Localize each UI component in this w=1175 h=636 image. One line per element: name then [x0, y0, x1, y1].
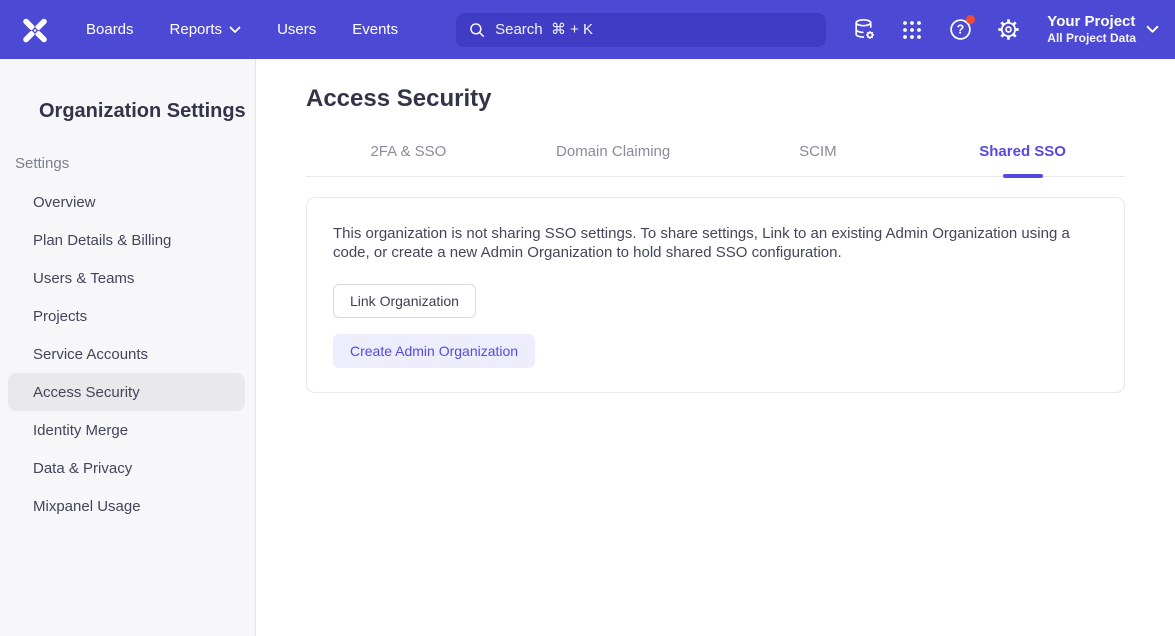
nav-item-label: Events: [352, 21, 398, 38]
sidebar-item-plan-details-billing[interactable]: Plan Details & Billing: [0, 221, 255, 259]
help-icon[interactable]: ?: [947, 17, 973, 43]
sidebar-section-label: Settings: [0, 155, 255, 175]
chevron-down-icon: [229, 26, 241, 34]
sidebar-list: Overview Plan Details & Billing Users & …: [0, 183, 255, 525]
search-icon: [468, 21, 486, 39]
tab-label: 2FA & SSO: [370, 143, 446, 160]
tab-label: Domain Claiming: [556, 143, 670, 160]
sidebar-item-access-security[interactable]: Access Security: [8, 373, 245, 411]
nav-item-users[interactable]: Users: [277, 21, 316, 38]
sidebar-item-projects[interactable]: Projects: [0, 297, 255, 335]
notification-dot: [966, 15, 975, 24]
sidebar-title: Organization Settings: [0, 97, 255, 125]
svg-text:?: ?: [956, 23, 964, 37]
nav-item-boards[interactable]: Boards: [86, 21, 134, 38]
shared-sso-description: This organization is not sharing SSO set…: [333, 224, 1098, 262]
active-tab-indicator: [1003, 174, 1043, 178]
sidebar-item-data-privacy[interactable]: Data & Privacy: [0, 449, 255, 487]
project-data-view: All Project Data: [1047, 31, 1136, 46]
sidebar-item-users-teams[interactable]: Users & Teams: [0, 259, 255, 297]
nav-item-events[interactable]: Events: [352, 21, 398, 38]
tab-label: Shared SSO: [979, 143, 1066, 160]
tab-bar: 2FA & SSO Domain Claiming SCIM Shared SS…: [306, 143, 1125, 177]
main-content: Access Security 2FA & SSO Domain Claimin…: [256, 59, 1175, 636]
search-input[interactable]: [495, 21, 814, 38]
sidebar-item-overview[interactable]: Overview: [0, 183, 255, 221]
shared-sso-card: This organization is not sharing SSO set…: [306, 197, 1125, 393]
global-search[interactable]: [456, 13, 826, 47]
top-navbar: Boards Reports Users Events: [0, 0, 1175, 59]
navbar-right: ? Your Project All Project Data: [829, 13, 1159, 46]
tab-label: SCIM: [799, 143, 837, 160]
sidebar-item-service-accounts[interactable]: Service Accounts: [0, 335, 255, 373]
project-switcher[interactable]: Your Project All Project Data: [1047, 13, 1159, 46]
link-organization-button[interactable]: Link Organization: [333, 284, 476, 318]
apps-grid-icon[interactable]: [899, 17, 925, 43]
nav-item-label: Reports: [170, 21, 223, 38]
sidebar-item-identity-merge[interactable]: Identity Merge: [0, 411, 255, 449]
primary-nav: Boards Reports Users Events: [86, 21, 434, 38]
settings-sidebar: Organization Settings Settings Overview …: [0, 59, 256, 636]
tab-shared-sso[interactable]: Shared SSO: [920, 143, 1125, 176]
page-title: Access Security: [306, 83, 1125, 115]
create-admin-organization-button[interactable]: Create Admin Organization: [333, 334, 535, 368]
tab-domain-claiming[interactable]: Domain Claiming: [511, 143, 716, 176]
sidebar-item-mixpanel-usage[interactable]: Mixpanel Usage: [0, 487, 255, 525]
mixpanel-logo[interactable]: [20, 15, 50, 45]
nav-item-label: Users: [277, 21, 316, 38]
nav-item-label: Boards: [86, 21, 134, 38]
data-management-icon[interactable]: [851, 17, 877, 43]
chevron-down-icon: [1146, 25, 1159, 34]
nav-item-reports[interactable]: Reports: [170, 21, 242, 38]
tab-scim[interactable]: SCIM: [716, 143, 921, 176]
settings-gear-icon[interactable]: [995, 17, 1021, 43]
project-name: Your Project: [1047, 13, 1136, 31]
tab-2fa-sso[interactable]: 2FA & SSO: [306, 143, 511, 176]
